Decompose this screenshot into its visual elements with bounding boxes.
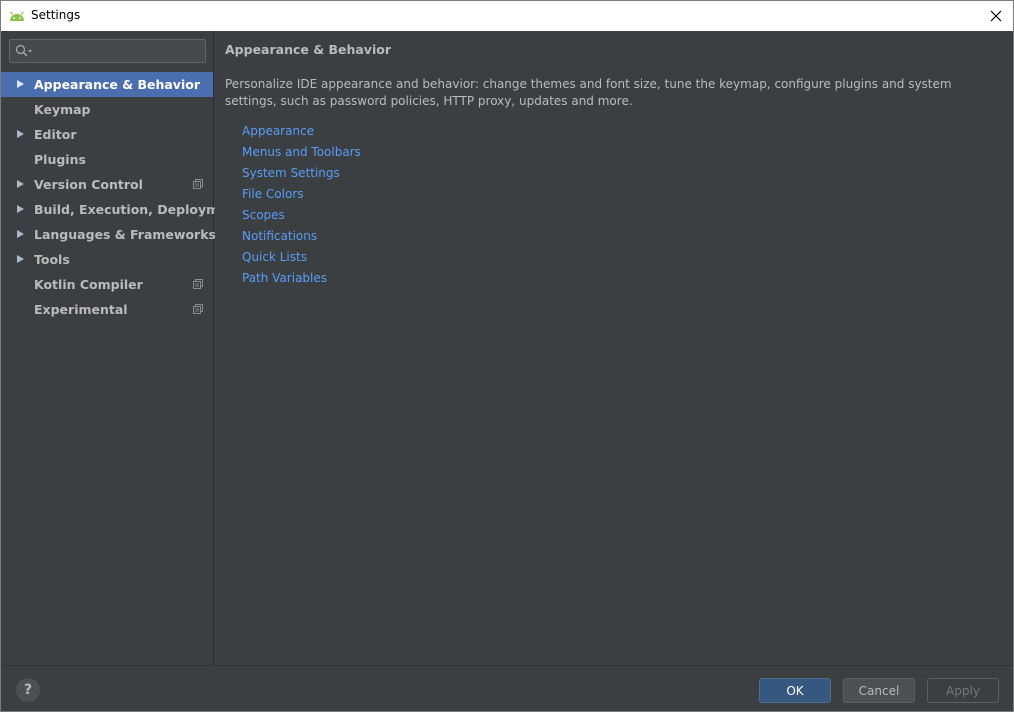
sidebar-item-label: Plugins bbox=[34, 152, 86, 167]
link-quick-lists[interactable]: Quick Lists bbox=[242, 247, 361, 268]
sidebar-item-tools[interactable]: Tools bbox=[1, 247, 213, 272]
android-icon bbox=[9, 9, 25, 23]
chevron-right-icon[interactable] bbox=[17, 205, 24, 213]
sidebar-item-label: Appearance & Behavior bbox=[34, 77, 200, 92]
sidebar-item-label: Keymap bbox=[34, 102, 91, 117]
sidebar-item-label: Version Control bbox=[34, 177, 143, 192]
chevron-right-icon[interactable] bbox=[17, 130, 24, 138]
sidebar-item-build-execution-deployment[interactable]: Build, Execution, Deployment bbox=[1, 197, 242, 222]
sidebar-item-languages-frameworks[interactable]: Languages & Frameworks bbox=[1, 222, 216, 247]
dialog-footer: ? OK Cancel Apply bbox=[1, 665, 1013, 711]
link-scopes[interactable]: Scopes bbox=[242, 205, 361, 226]
page-description: Personalize IDE appearance and behavior:… bbox=[225, 77, 952, 108]
sidebar-item-version-control[interactable]: Version Control bbox=[1, 172, 213, 197]
search-icon bbox=[15, 44, 33, 61]
chevron-right-icon[interactable] bbox=[17, 180, 24, 188]
sidebar-item-label: Experimental bbox=[34, 302, 128, 317]
title-bar: Settings bbox=[1, 1, 1013, 31]
cancel-button[interactable]: Cancel bbox=[843, 678, 915, 703]
sidebar-item-label: Tools bbox=[34, 252, 70, 267]
sidebar-item-keymap[interactable]: Keymap bbox=[1, 97, 213, 122]
sidebar-item-label: Editor bbox=[34, 127, 77, 142]
sidebar-item-editor[interactable]: Editor bbox=[1, 122, 213, 147]
sidebar-item-label: Build, Execution, Deployment bbox=[34, 202, 243, 217]
settings-content: Appearance & Behavior Personalize IDE ap… bbox=[215, 31, 1013, 665]
window-title: Settings bbox=[31, 8, 81, 22]
sidebar-item-label: Kotlin Compiler bbox=[34, 277, 143, 292]
search-field[interactable] bbox=[9, 39, 206, 63]
link-path-variables[interactable]: Path Variables bbox=[242, 268, 361, 289]
close-button[interactable] bbox=[979, 1, 1013, 31]
search-input[interactable] bbox=[36, 42, 201, 60]
sidebar-item-experimental[interactable]: Experimental bbox=[1, 297, 213, 322]
link-file-colors[interactable]: File Colors bbox=[242, 184, 361, 205]
sidebar-item-kotlin-compiler[interactable]: Kotlin Compiler bbox=[1, 272, 213, 297]
ok-button[interactable]: OK bbox=[759, 678, 831, 703]
link-notifications[interactable]: Notifications bbox=[242, 226, 361, 247]
sidebar-item-appearance-behavior[interactable]: Appearance & Behavior bbox=[1, 72, 213, 97]
chevron-right-icon[interactable] bbox=[17, 255, 24, 263]
sidebar-item-label: Languages & Frameworks bbox=[34, 227, 216, 242]
project-settings-icon bbox=[193, 179, 203, 189]
chevron-right-icon[interactable] bbox=[17, 80, 24, 88]
chevron-right-icon[interactable] bbox=[17, 230, 24, 238]
page-title: Appearance & Behavior bbox=[225, 42, 391, 57]
help-button[interactable]: ? bbox=[16, 678, 40, 702]
project-settings-icon bbox=[193, 279, 203, 289]
link-appearance[interactable]: Appearance bbox=[242, 121, 361, 142]
subpage-links: Appearance Menus and Toolbars System Set… bbox=[242, 121, 361, 289]
settings-tree: Appearance & Behavior Keymap Editor Plug… bbox=[1, 72, 242, 322]
link-system-settings[interactable]: System Settings bbox=[242, 163, 361, 184]
project-settings-icon bbox=[193, 304, 203, 314]
settings-dialog: Settings Appearance & Behavior Keymap Ed… bbox=[0, 0, 1014, 712]
settings-sidebar: Appearance & Behavior Keymap Editor Plug… bbox=[1, 31, 242, 665]
apply-button[interactable]: Apply bbox=[927, 678, 999, 703]
link-menus-and-toolbars[interactable]: Menus and Toolbars bbox=[242, 142, 361, 163]
sidebar-item-plugins[interactable]: Plugins bbox=[1, 147, 213, 172]
close-icon bbox=[990, 10, 1002, 22]
